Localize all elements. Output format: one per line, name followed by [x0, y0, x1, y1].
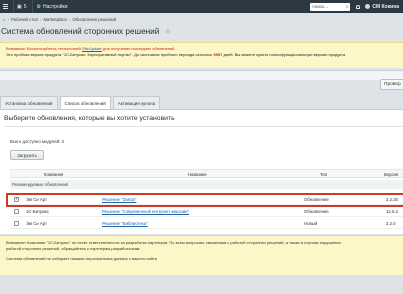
- bell-icon: [355, 4, 360, 9]
- siteupdate-link[interactable]: SiteUpdate: [82, 46, 102, 51]
- breadcrumb-item[interactable]: Рабочий стол: [11, 17, 38, 22]
- tab-bar: Установка обновлений Список обновлений А…: [0, 96, 162, 109]
- page-title-row: Система обновлений сторонних решений ☆: [1, 27, 171, 36]
- load-button[interactable]: Загрузить: [10, 150, 44, 160]
- alert-text: Внимание! Воспользуйтесь технологией: [6, 46, 81, 51]
- row-name-link[interactable]: Решение "Библиотека": [102, 221, 148, 226]
- user-name: СМ Кокина: [372, 3, 399, 10]
- divider: [4, 126, 403, 127]
- tab-update-list[interactable]: Список обновлений: [59, 96, 111, 109]
- modules-count: Всего доступно модулей: 3: [10, 139, 64, 144]
- row-checkbox[interactable]: [14, 209, 19, 214]
- updates-panel: Выберите обновления, которые вы хотите у…: [0, 109, 403, 234]
- trial-alert: Внимание! Воспользуйтесь технологией Sit…: [0, 42, 403, 68]
- col-type: Тип: [320, 172, 327, 177]
- trial-days: 9957: [213, 52, 223, 57]
- notifications-button[interactable]: [352, 0, 363, 13]
- col-name: Название: [188, 172, 207, 177]
- col-company: Компания: [44, 172, 64, 177]
- sites-icon: ▣: [17, 3, 22, 10]
- group-row: Рекомендуемые обновления: [10, 180, 403, 189]
- breadcrumb-item[interactable]: Обновления решений: [72, 17, 116, 22]
- avatar: [365, 4, 371, 9]
- star-icon[interactable]: ☆: [165, 28, 170, 35]
- disclaimer-note: Внимание! Компания "1С-Битрикс" не несет…: [0, 235, 403, 275]
- breadcrumb-item[interactable]: Marketplace: [43, 17, 66, 22]
- settings-label: Настройки: [43, 3, 68, 10]
- tab-coupon-activation[interactable]: Активация купона: [112, 96, 161, 109]
- highlight-box: [6, 193, 403, 207]
- table-row: 1С-Битрикс Решение "Современный интернет…: [10, 206, 403, 217]
- note-line: Система обновлений не собирает никаких п…: [6, 256, 157, 261]
- row-type: Новый: [304, 221, 318, 226]
- menu-icon[interactable]: [0, 0, 10, 13]
- row-type: Обновление: [304, 209, 329, 214]
- search-placeholder: поиск...: [312, 4, 328, 9]
- row-version: 2.2.0: [386, 221, 396, 226]
- row-name-link[interactable]: Решение "Современный интернет-магазин": [102, 209, 189, 214]
- note-line: работой сторонних решений, обращайтесь к…: [6, 246, 141, 251]
- alert-text: для получения последних обновлений: [102, 46, 175, 51]
- page-title: Система обновлений сторонних решений: [1, 27, 160, 36]
- col-version: Версия: [384, 172, 399, 177]
- toolbar-strip: [0, 70, 403, 80]
- search-input[interactable]: поиск... ⌕: [310, 2, 351, 11]
- row-version: 12.5.2: [386, 209, 398, 214]
- row-company: Эм Си Арт: [26, 221, 48, 226]
- row-company: 1С-Битрикс: [26, 209, 49, 214]
- top-bar: ▣ 5 ⚙ Настройки поиск... ⌕ СМ Кокина: [0, 0, 403, 13]
- breadcrumb: ⌂ › Рабочий стол › Marketplace › Обновле…: [3, 16, 117, 22]
- search-icon: ⌕: [345, 4, 349, 9]
- trial-text: Это пробная версия продукта "1С-Битрикс:…: [6, 52, 213, 57]
- table-header: Компания Название Тип Версия: [10, 169, 403, 178]
- row-checkbox[interactable]: [14, 221, 19, 226]
- settings-button[interactable]: ⚙ Настройки: [31, 0, 72, 13]
- table-row: Эм Си Арт Решение "Библиотека" Новый 2.2…: [10, 218, 403, 229]
- tab-install-updates[interactable]: Установка обновлений: [0, 96, 58, 109]
- check-button[interactable]: Провер: [380, 79, 403, 90]
- trial-text: дней. Вы можете купить полнофункциональн…: [223, 52, 346, 57]
- crumb-icon[interactable]: ⌂: [3, 17, 6, 22]
- sites-counter[interactable]: ▣ 5: [13, 0, 30, 13]
- user-menu[interactable]: СМ Кокина: [363, 0, 403, 13]
- gear-icon: ⚙: [36, 3, 41, 10]
- sites-count: 5: [23, 3, 27, 10]
- panel-heading: Выберите обновления, которые вы хотите у…: [4, 115, 175, 122]
